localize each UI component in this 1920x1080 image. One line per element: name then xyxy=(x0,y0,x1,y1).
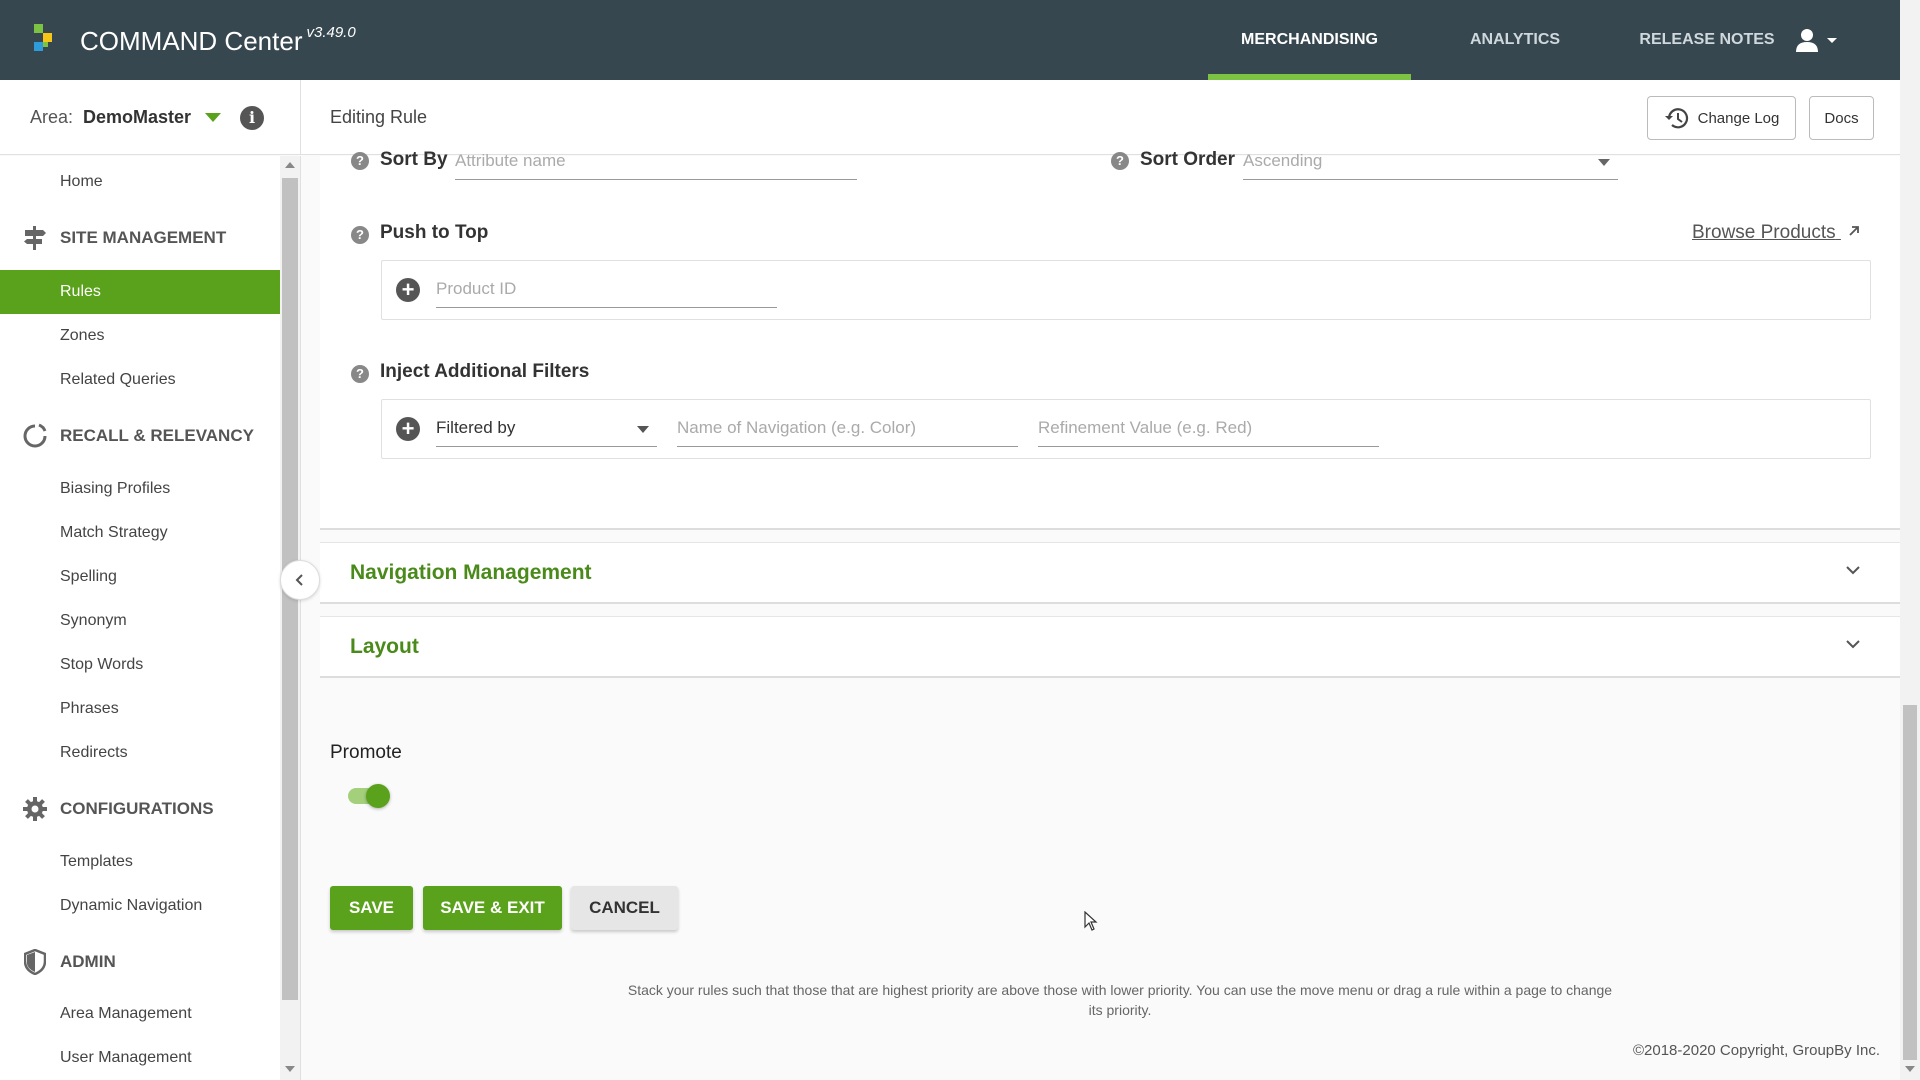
sidebar-section-label: SITE MANAGEMENT xyxy=(60,228,227,247)
divider xyxy=(300,156,301,1080)
app-title: COMMAND Center v3.49.0 xyxy=(80,24,356,57)
rule-form-section xyxy=(320,156,1900,530)
sub-header: Area: DemoMaster i Editing Rule Change L… xyxy=(0,80,1900,155)
sidebar-item-match-strategy[interactable]: Match Strategy xyxy=(0,511,280,555)
sidebar-item-rules[interactable]: Rules xyxy=(0,270,280,314)
sidebar-section-site-management: SITE MANAGEMENT xyxy=(0,216,280,260)
filtered-by-value: Filtered by xyxy=(436,418,516,437)
area-name: DemoMaster xyxy=(83,107,192,127)
promote-toggle-knob[interactable] xyxy=(366,784,390,808)
filtered-by-select[interactable]: Filtered by xyxy=(436,418,657,447)
save-button[interactable]: SAVE xyxy=(330,886,413,930)
info-icon[interactable]: i xyxy=(240,106,264,130)
sort-by-label: Sort By xyxy=(380,149,448,170)
sidebar-item-spelling[interactable]: Spelling xyxy=(0,555,280,599)
refinement-value-input[interactable]: Refinement Value (e.g. Red) xyxy=(1038,418,1379,447)
navigation-name-input[interactable]: Name of Navigation (e.g. Color) xyxy=(677,418,1018,447)
sidebar-item-dynamic-navigation[interactable]: Dynamic Navigation xyxy=(0,884,280,928)
sidebar-item-user-management[interactable]: User Management xyxy=(0,1036,280,1080)
sort-by-input[interactable]: Attribute name xyxy=(455,151,857,180)
shield-icon xyxy=(22,949,48,975)
save-exit-button[interactable]: SAVE & EXIT xyxy=(423,886,562,930)
inject-filters-label: Inject Additional Filters xyxy=(380,361,590,382)
sidebar-item-area-management[interactable]: Area Management xyxy=(0,992,280,1036)
copyright: ©2018-2020 Copyright, GroupBy Inc. xyxy=(1632,1042,1880,1059)
divider xyxy=(300,80,301,155)
gear-icon xyxy=(22,796,48,822)
sidebar-item-zones[interactable]: Zones xyxy=(0,314,280,358)
sort-order-label: Sort Order xyxy=(1140,149,1236,170)
scroll-down-arrow-icon[interactable] xyxy=(285,1066,295,1072)
chevron-down-icon xyxy=(1846,566,1860,575)
page-scrollbar-thumb[interactable] xyxy=(1903,705,1917,1060)
sort-order-select[interactable]: Ascending xyxy=(1243,151,1618,180)
browse-products-link[interactable]: Browse Products xyxy=(1692,222,1861,244)
page-title: Editing Rule xyxy=(330,107,428,127)
scroll-up-arrow-icon[interactable] xyxy=(285,162,295,168)
accordion-title: Navigation Management xyxy=(350,561,592,584)
tab-release-notes[interactable]: RELEASE NOTES xyxy=(1612,0,1802,80)
help-icon[interactable]: ? xyxy=(351,152,369,170)
sidebar-section-label: RECALL & RELEVANCY xyxy=(60,426,254,445)
sidebar-item-related-queries[interactable]: Related Queries xyxy=(0,358,280,402)
docs-button[interactable]: Docs xyxy=(1809,96,1874,140)
sidebar-section-configurations: CONFIGURATIONS xyxy=(0,787,280,831)
sidebar: Home SITE MANAGEMENT Rules Zones Related… xyxy=(0,156,280,1080)
sidebar-section-label: CONFIGURATIONS xyxy=(60,799,214,818)
chevron-down-icon xyxy=(1846,640,1860,649)
user-icon xyxy=(1796,29,1837,52)
chevron-left-icon xyxy=(295,574,303,586)
help-icon[interactable]: ? xyxy=(351,365,369,383)
caret-down-icon xyxy=(1598,159,1610,166)
sidebar-section-recall-relevancy: RECALL & RELEVANCY xyxy=(0,414,280,458)
area-label: Area: xyxy=(30,107,74,127)
help-icon[interactable]: ? xyxy=(351,226,369,244)
top-bar: COMMAND Center v3.49.0 MERCHANDISING ANAL… xyxy=(0,0,1900,80)
user-menu[interactable] xyxy=(1795,26,1845,54)
sidebar-item-templates[interactable]: Templates xyxy=(0,840,280,884)
product-id-input[interactable]: Product ID xyxy=(436,279,777,308)
mouse-cursor-icon xyxy=(1084,911,1098,931)
collapse-sidebar-button[interactable] xyxy=(280,560,320,600)
sidebar-item-biasing-profiles[interactable]: Biasing Profiles xyxy=(0,467,280,511)
add-filter-button[interactable]: + xyxy=(396,417,420,441)
accordion-title: Layout xyxy=(350,635,419,658)
cycle-icon xyxy=(22,423,48,449)
scroll-down-arrow-icon[interactable] xyxy=(1905,1066,1915,1072)
sidebar-section-label: ADMIN xyxy=(60,952,116,971)
browse-products-label: Browse Products xyxy=(1692,222,1836,243)
promote-label: Promote xyxy=(330,742,402,763)
navigation-management-accordion[interactable]: Navigation Management xyxy=(320,542,1900,604)
sort-order-value: Ascending xyxy=(1243,151,1323,170)
tab-merchandising[interactable]: MERCHANDISING xyxy=(1208,0,1411,80)
sidebar-item-phrases[interactable]: Phrases xyxy=(0,687,280,731)
caret-down-icon xyxy=(637,426,649,433)
cancel-button[interactable]: CANCEL xyxy=(571,886,678,930)
layout-accordion[interactable]: Layout xyxy=(320,616,1900,678)
history-icon xyxy=(1664,108,1688,129)
add-product-button[interactable]: + xyxy=(396,278,420,302)
sidebar-item-home[interactable]: Home xyxy=(0,160,280,204)
rule-priority-note: Stack your rules such that those that ar… xyxy=(627,982,1613,1018)
change-log-button[interactable]: Change Log xyxy=(1647,96,1796,140)
sidebar-item-stop-words[interactable]: Stop Words xyxy=(0,643,280,687)
help-icon[interactable]: ? xyxy=(1111,152,1129,170)
push-to-top-label: Push to Top xyxy=(380,222,489,243)
tab-analytics[interactable]: ANALYTICS xyxy=(1430,0,1600,80)
external-link-icon xyxy=(1849,226,1859,236)
signpost-icon xyxy=(22,225,48,251)
sidebar-item-synonym[interactable]: Synonym xyxy=(0,599,280,643)
groupby-logo-icon xyxy=(34,24,56,56)
change-log-label: Change Log xyxy=(1697,109,1780,127)
area-selector[interactable]: Area: DemoMaster xyxy=(30,80,222,155)
app-title-text: COMMAND Center xyxy=(80,26,303,56)
sidebar-item-redirects[interactable]: Redirects xyxy=(0,731,280,775)
sidebar-section-admin: ADMIN xyxy=(0,940,280,984)
caret-down-icon[interactable] xyxy=(205,113,222,122)
app-version: v3.49.0 xyxy=(306,24,356,41)
